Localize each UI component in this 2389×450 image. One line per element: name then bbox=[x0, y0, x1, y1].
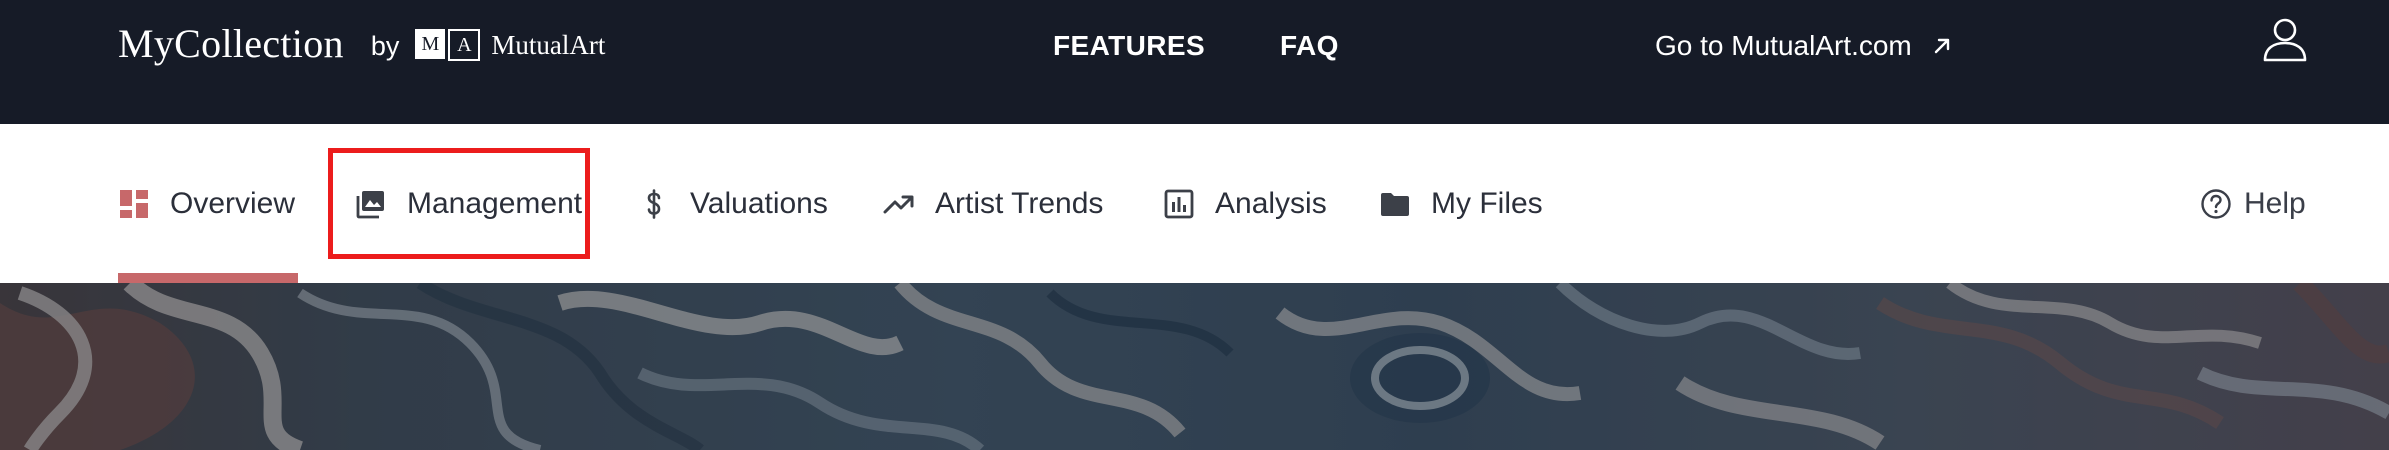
nav-features-link[interactable]: FEATURES bbox=[1053, 26, 1205, 66]
dashboard-icon bbox=[120, 189, 148, 218]
top-header: MyCollection by M A MutualArt FEATURES F… bbox=[0, 0, 2389, 124]
tab-management-label: Management bbox=[407, 186, 583, 220]
dollar-icon bbox=[647, 188, 661, 219]
tab-valuations-label: Valuations bbox=[690, 186, 828, 220]
logo-letter-m: M bbox=[415, 29, 446, 59]
tab-valuations[interactable]: Valuations bbox=[638, 124, 828, 283]
marble-art-background bbox=[0, 283, 2389, 450]
brand-name: MyCollection bbox=[118, 20, 344, 66]
tab-analysis[interactable]: Analysis bbox=[1163, 124, 1327, 283]
brand-by-text: by bbox=[370, 30, 400, 61]
image-icon bbox=[356, 190, 384, 218]
partner-name: MutualArt bbox=[491, 29, 606, 60]
tab-my-files[interactable]: My Files bbox=[1379, 124, 1543, 283]
arrow-up-right-icon bbox=[1934, 38, 1949, 54]
main-tab-bar: Overview Management Valuations Artist Tr… bbox=[0, 124, 2389, 283]
go-to-mutualart-link[interactable]: Go to MutualArt.com bbox=[1655, 26, 1954, 66]
tab-artist-trends[interactable]: Artist Trends bbox=[883, 124, 1103, 283]
tab-analysis-label: Analysis bbox=[1215, 186, 1327, 220]
nav-faq-link[interactable]: FAQ bbox=[1280, 26, 1339, 66]
go-to-mutualart-label: Go to MutualArt.com bbox=[1655, 30, 1912, 61]
hero-marble-image bbox=[0, 283, 2389, 450]
tab-artist-trends-label: Artist Trends bbox=[935, 186, 1104, 220]
question-circle-icon bbox=[2201, 188, 2231, 219]
tab-overview[interactable]: Overview bbox=[118, 124, 295, 283]
bar-chart-icon bbox=[1164, 189, 1194, 218]
logo-letter-a: A bbox=[448, 29, 481, 61]
user-icon[interactable] bbox=[2262, 16, 2308, 62]
tab-my-files-label: My Files bbox=[1431, 186, 1543, 220]
trending-up-icon bbox=[883, 195, 914, 213]
page: MyCollection by M A MutualArt FEATURES F… bbox=[0, 0, 2389, 450]
mutualart-logo-mark: M A bbox=[415, 29, 481, 61]
folder-icon bbox=[1381, 192, 1409, 216]
help-link[interactable]: Help bbox=[2200, 124, 2306, 283]
tab-overview-label: Overview bbox=[170, 186, 296, 220]
brand-logo[interactable]: MyCollection by M A MutualArt bbox=[118, 12, 605, 74]
tab-management[interactable]: Management bbox=[355, 124, 582, 283]
active-tab-indicator bbox=[118, 273, 298, 283]
help-label: Help bbox=[2244, 186, 2306, 220]
